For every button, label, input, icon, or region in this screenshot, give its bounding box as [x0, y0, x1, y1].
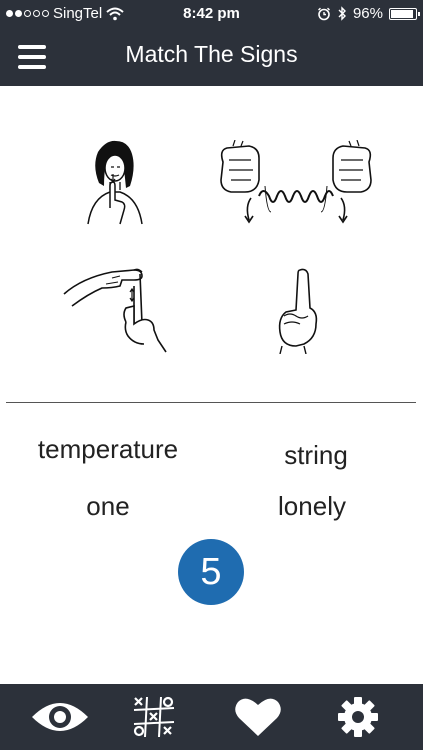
- status-bar: SingTel 8:42 pm 96%: [0, 0, 423, 28]
- sign-one-icon[interactable]: [274, 266, 322, 354]
- divider: [6, 402, 416, 403]
- eye-icon: [32, 703, 88, 731]
- battery-percent: 96%: [352, 5, 383, 22]
- tab-favorites[interactable]: [218, 684, 298, 750]
- status-right: 96%: [317, 5, 420, 22]
- page-title: Match The Signs: [125, 41, 298, 67]
- word-option[interactable]: string: [216, 440, 416, 471]
- nav-bar: Match The Signs: [0, 28, 423, 86]
- word-option[interactable]: one: [8, 491, 208, 522]
- battery-icon: [389, 7, 420, 20]
- word-option[interactable]: lonely: [212, 491, 412, 522]
- count-badge: 5: [178, 539, 244, 605]
- tab-settings[interactable]: [318, 684, 398, 750]
- sign-quiet-icon[interactable]: [80, 138, 150, 228]
- tic-tac-toe-icon: [133, 696, 175, 738]
- heart-icon: [235, 698, 281, 736]
- gear-icon: [338, 697, 378, 737]
- tab-game[interactable]: [114, 684, 194, 750]
- tab-bar: [0, 684, 423, 750]
- bluetooth-icon: [338, 6, 346, 21]
- alarm-clock-icon: [318, 7, 330, 20]
- tab-view[interactable]: [20, 684, 100, 750]
- app-header: SingTel 8:42 pm 96% Match The Signs: [0, 0, 423, 86]
- sign-string-icon[interactable]: [215, 140, 377, 226]
- word-option[interactable]: temperature: [8, 434, 208, 465]
- sign-temperature-icon[interactable]: [62, 264, 170, 354]
- battery-fill: [391, 9, 413, 18]
